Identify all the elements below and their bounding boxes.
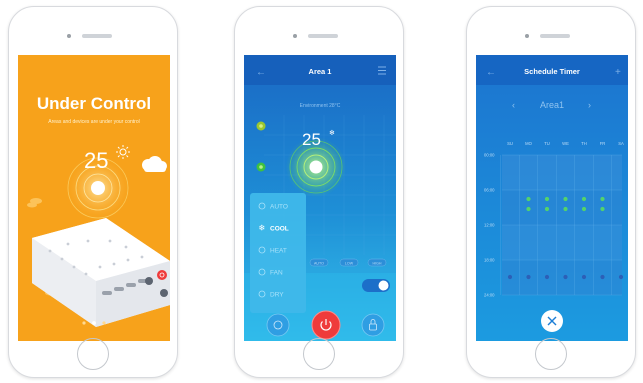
onboarding-subtitle: Areas and devices are under your control (48, 119, 139, 125)
time-label: 06:00 (484, 188, 495, 193)
schedule-dot-on[interactable] (581, 196, 587, 202)
phone-frame-2: ← Area 1 Environment 28°C 25 ❄ AUTO LOW … (234, 6, 404, 378)
schedule-dot-on[interactable] (544, 196, 550, 202)
earpiece-speaker (82, 34, 112, 38)
mode-item-cool[interactable]: ❄ COOL (259, 224, 289, 233)
fan-speed-options: AUTO LOW HIGH (309, 258, 387, 267)
schedule-canvas: ← Schedule Timer + ‹ Area1 › SU MO TU WE TH F… (476, 55, 628, 341)
toggle-knob (378, 280, 389, 291)
schedule-dot-on[interactable] (600, 206, 605, 212)
lock-button[interactable] (361, 313, 385, 337)
day-header: TU (544, 141, 550, 146)
schedule-dot-off[interactable] (544, 274, 550, 280)
phone-frame-1: Under Control Areas and devices are unde… (8, 6, 178, 378)
schedule-dot-off[interactable] (563, 274, 568, 280)
day-header: SA (618, 141, 624, 146)
environment-reading: Environment 28°C (300, 103, 341, 109)
schedule-dot-off[interactable] (600, 274, 605, 280)
schedule-dot-off[interactable] (618, 274, 624, 280)
schedule-dot-on[interactable] (600, 196, 605, 202)
schedule-timer-screen: ← Schedule Timer + ‹ Area1 › SU MO TU WE TH F… (476, 55, 628, 341)
time-label: 18:00 (484, 258, 495, 263)
back-icon[interactable]: ← (256, 67, 266, 78)
schedule-band (502, 155, 622, 190)
home-button[interactable] (303, 338, 335, 370)
mode-item-cool-label: COOL (270, 226, 289, 233)
time-label: 00:00 (484, 153, 495, 158)
day-header: FR (600, 141, 606, 146)
temperature-value: 25 (302, 130, 321, 149)
snowflake-icon: ❄ (259, 224, 266, 233)
temperature-value: 25 (84, 148, 108, 173)
area-control-screen: ← Area 1 Environment 28°C 25 ❄ AUTO LOW … (244, 55, 396, 341)
schedule-dot-off[interactable] (526, 274, 531, 280)
mode-item-auto-label: AUTO (270, 204, 288, 211)
area-control-canvas: ← Area 1 Environment 28°C 25 ❄ AUTO LOW … (244, 55, 396, 341)
schedule-band (502, 190, 622, 225)
time-label: 24:00 (484, 293, 495, 298)
phone-frame-3: ← Schedule Timer + ‹ Area1 › SU MO TU WE TH F… (466, 6, 636, 378)
onboarding-canvas: Under Control Areas and devices are unde… (18, 55, 170, 341)
onboarding-title: Under Control (37, 94, 151, 113)
day-header: TH (581, 141, 587, 146)
schedule-dot-on[interactable] (544, 206, 550, 212)
day-header: SU (507, 141, 513, 146)
day-header: MO (525, 141, 532, 146)
earpiece-speaker (308, 34, 338, 38)
mode-item-fan-label: FAN (270, 270, 283, 277)
front-camera (67, 34, 71, 38)
mode-item-heat-label: HEAT (270, 248, 287, 255)
add-icon[interactable]: + (615, 67, 621, 78)
schedule-dot-off[interactable] (581, 274, 587, 280)
fan-chip-auto-label: AUTO (314, 261, 324, 265)
mode-item-dry-label: DRY (270, 292, 284, 299)
schedule-dot-on[interactable] (526, 196, 531, 202)
schedule-dot-on[interactable] (526, 206, 531, 212)
chevron-left-icon[interactable]: ‹ (512, 100, 515, 110)
area-name: Area1 (540, 100, 564, 110)
schedule-dot-on[interactable] (563, 206, 568, 212)
earpiece-speaker (540, 34, 570, 38)
schedule-dot-on[interactable] (563, 196, 568, 202)
time-label: 12:00 (484, 223, 495, 228)
chevron-right-icon[interactable]: › (588, 100, 591, 110)
onboarding-screen: Under Control Areas and devices are unde… (18, 55, 170, 341)
back-icon[interactable]: ← (486, 67, 496, 78)
temperature-knob[interactable] (309, 160, 323, 174)
schedule-grid (500, 154, 622, 296)
mode-button[interactable] (266, 313, 290, 337)
schedule-dot-on[interactable] (581, 206, 587, 212)
snowflake-icon: ❄ (329, 129, 335, 137)
temperature-knob (91, 181, 105, 195)
area-title: Area 1 (309, 67, 332, 76)
front-camera (525, 34, 529, 38)
front-camera (293, 34, 297, 38)
schedule-band (502, 225, 622, 260)
power-icon-illustration (157, 270, 167, 280)
schedule-dot-off[interactable] (507, 274, 513, 280)
day-header: WE (562, 141, 569, 146)
fan-chip-high-label: HIGH (373, 261, 382, 265)
home-button[interactable] (535, 338, 567, 370)
fan-chip-low-label: LOW (345, 261, 354, 265)
home-button[interactable] (77, 338, 109, 370)
schedule-title: Schedule Timer (524, 67, 580, 76)
